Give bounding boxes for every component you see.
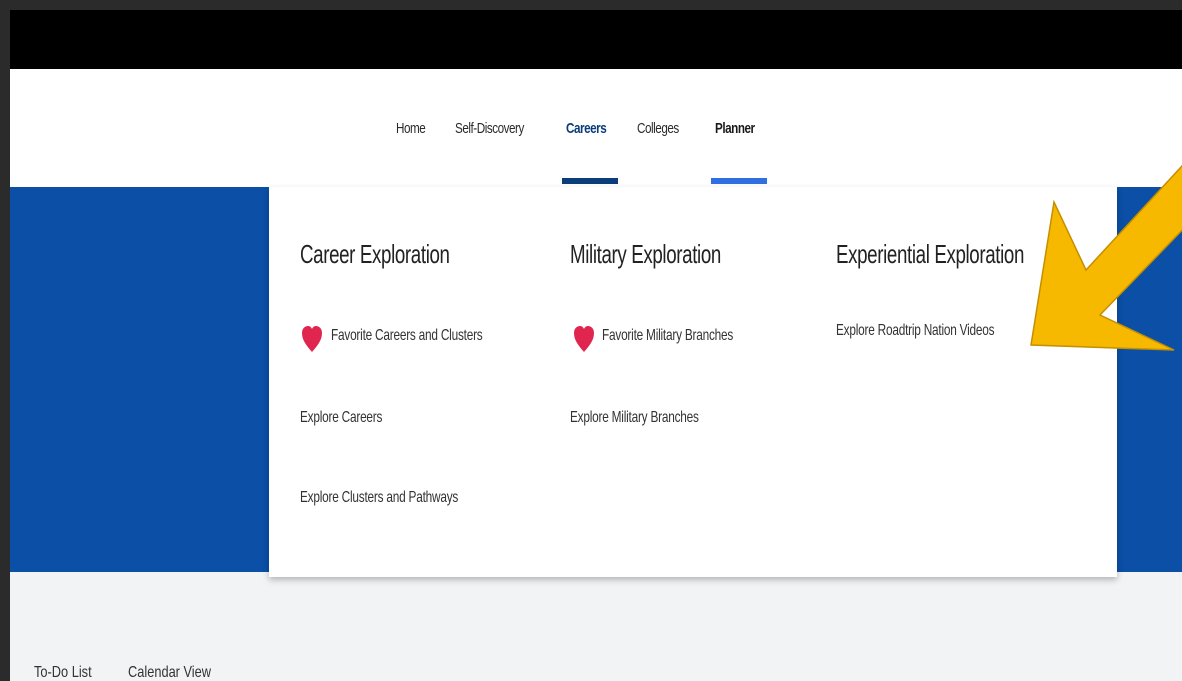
nav-colleges-link[interactable]: Colleges <box>637 120 679 137</box>
military-exploration-heading: Military Exploration <box>570 239 721 269</box>
careers-active-indicator <box>562 178 618 184</box>
heart-icon <box>574 326 594 352</box>
tab-to-do-list[interactable]: To-Do List <box>34 664 92 681</box>
experiential-exploration-heading: Experiential Exploration <box>836 239 1025 269</box>
browser-viewport: Home Self-Discovery Careers Colleges Pla… <box>10 10 1182 681</box>
heart-icon <box>302 326 322 352</box>
favorite-careers-clusters-link[interactable]: Favorite Careers and Clusters <box>331 327 483 345</box>
explore-roadtrip-nation-videos-link[interactable]: Explore Roadtrip Nation Videos <box>836 322 995 340</box>
nav-home-link[interactable]: Home <box>396 120 426 137</box>
explore-clusters-pathways-link[interactable]: Explore Clusters and Pathways <box>300 489 458 507</box>
careers-dropdown-menu: Career Exploration Favorite Careers and … <box>269 187 1117 577</box>
explore-careers-link[interactable]: Explore Careers <box>300 409 382 427</box>
annotation-arrow-icon <box>1030 164 1182 351</box>
nav-planner-link[interactable]: Planner <box>715 120 755 137</box>
explore-military-branches-link[interactable]: Explore Military Branches <box>570 409 699 427</box>
nav-careers-link[interactable]: Careers <box>566 120 607 137</box>
career-exploration-heading: Career Exploration <box>300 239 450 269</box>
planner-active-indicator <box>711 178 767 184</box>
tab-calendar-view[interactable]: Calendar View <box>128 664 211 681</box>
favorite-military-branches-link[interactable]: Favorite Military Branches <box>602 327 733 345</box>
nav-self-discovery-link[interactable]: Self-Discovery <box>455 120 524 137</box>
